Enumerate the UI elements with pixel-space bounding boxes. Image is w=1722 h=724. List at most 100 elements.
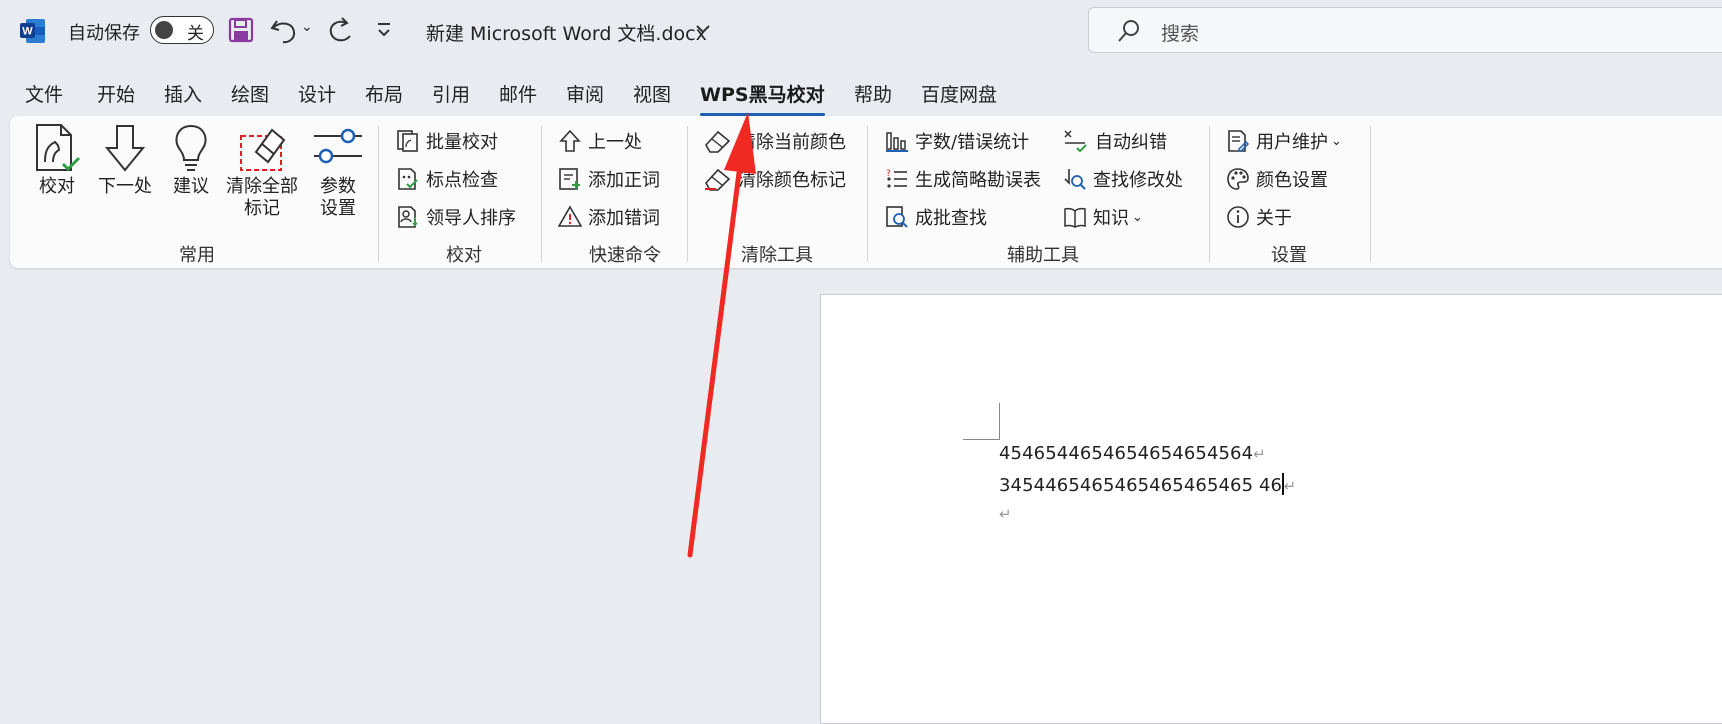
document-line-1[interactable]: 4546544654654654654564↵ bbox=[999, 443, 1266, 464]
tab-baidu-netdisk[interactable]: 百度网盘 bbox=[921, 80, 997, 107]
tab-references[interactable]: 引用 bbox=[432, 80, 470, 107]
sliders-icon bbox=[314, 128, 362, 164]
toggle-knob bbox=[155, 21, 173, 39]
paragraph-mark-icon: ↵ bbox=[999, 505, 1012, 523]
autosave-state: 关 bbox=[187, 24, 204, 44]
autosave-toggle[interactable]: 关 bbox=[150, 16, 214, 44]
auto-correct-button[interactable]: 自动纠错 bbox=[1063, 126, 1167, 156]
clear-all-label-line2: 标记 bbox=[244, 198, 280, 219]
chevron-down-icon[interactable] bbox=[695, 22, 711, 36]
document-line-3[interactable]: ↵ bbox=[999, 503, 1012, 524]
tab-home[interactable]: 开始 bbox=[97, 80, 135, 107]
tab-layout[interactable]: 布局 bbox=[365, 80, 403, 107]
tab-mailings[interactable]: 邮件 bbox=[499, 80, 537, 107]
chevron-down-icon: ⌄ bbox=[1132, 209, 1143, 225]
previous-button[interactable]: 上一处 bbox=[558, 126, 642, 156]
paragraph-mark-icon: ↵ bbox=[1253, 445, 1266, 463]
group-label-aux: 辅助工具 bbox=[1007, 245, 1079, 266]
leader-sort-button[interactable]: 领导人排序 bbox=[396, 202, 516, 232]
customize-quick-access-icon[interactable] bbox=[374, 18, 394, 42]
auto-correct-label: 自动纠错 bbox=[1095, 132, 1167, 153]
autosave-label: 自动保存 bbox=[68, 23, 140, 44]
find-changes-button[interactable]: 查找修改处 bbox=[1063, 164, 1183, 194]
errata-table-button[interactable]: ? 生成简略勘误表 bbox=[885, 164, 1041, 194]
about-button[interactable]: 关于 bbox=[1226, 202, 1292, 232]
add-correct-word-label: 添加正词 bbox=[588, 170, 660, 191]
parameter-label-line1: 参数 bbox=[320, 176, 356, 197]
tab-insert[interactable]: 插入 bbox=[164, 80, 202, 107]
batch-find-button[interactable]: 成批查找 bbox=[885, 202, 987, 232]
tab-view[interactable]: 视图 bbox=[633, 80, 671, 107]
word-error-stats-button[interactable]: 字数/错误统计 bbox=[885, 126, 1029, 156]
title-bar: W 自动保存 关 ⌄ 新建 Microsoft Word 文档.docx 搜索 bbox=[0, 0, 1722, 62]
user-maintenance-icon bbox=[1228, 130, 1250, 152]
svg-text:W: W bbox=[22, 26, 33, 38]
leader-sort-label: 领导人排序 bbox=[426, 208, 516, 229]
group-label-settings: 设置 bbox=[1271, 245, 1307, 266]
redo-icon[interactable] bbox=[326, 15, 356, 45]
punctuation-check-button[interactable]: 标点检查 bbox=[396, 164, 498, 194]
clear-current-color-label: 清除当前颜色 bbox=[738, 132, 846, 153]
next-label: 下一处 bbox=[98, 176, 152, 197]
eraser-marks-icon bbox=[240, 128, 286, 171]
document-line-2-text: 3454465465465465465465 46 bbox=[999, 475, 1283, 496]
document-page[interactable]: 4546544654654654654564↵ 3454465465465465… bbox=[820, 294, 1722, 724]
eraser-color-icon bbox=[705, 168, 731, 191]
search-input[interactable]: 搜索 bbox=[1088, 7, 1722, 53]
group-separator bbox=[1370, 126, 1371, 262]
batch-find-label: 成批查找 bbox=[915, 208, 987, 229]
clear-current-color-button[interactable]: 清除当前颜色 bbox=[704, 126, 846, 156]
find-changes-icon bbox=[1064, 169, 1086, 190]
proofread-document-icon bbox=[36, 124, 81, 172]
tab-wps-proofread[interactable]: WPS黑马校对 bbox=[700, 80, 825, 116]
auto-correct-icon bbox=[1064, 130, 1087, 153]
word-app-icon: W bbox=[20, 19, 45, 43]
clear-color-marks-label: 清除颜色标记 bbox=[738, 170, 846, 191]
errata-table-label: 生成简略勘误表 bbox=[915, 170, 1041, 191]
add-correct-word-icon bbox=[559, 168, 580, 190]
arrow-up-icon bbox=[559, 129, 581, 152]
next-button[interactable]: 下一处 bbox=[95, 122, 155, 198]
document-title[interactable]: 新建 Microsoft Word 文档.docx bbox=[426, 19, 707, 46]
add-wrong-word-label: 添加错词 bbox=[588, 208, 660, 229]
margin-crop-mark bbox=[963, 403, 1000, 440]
lightbulb-icon bbox=[175, 124, 207, 171]
batch-proofread-button[interactable]: 批量校对 bbox=[396, 126, 498, 156]
parameter-label-line2: 设置 bbox=[320, 198, 356, 219]
find-changes-label: 查找修改处 bbox=[1093, 170, 1183, 191]
batch-proofread-label: 批量校对 bbox=[426, 132, 498, 153]
undo-icon[interactable] bbox=[269, 15, 299, 45]
palette-icon bbox=[1227, 168, 1249, 190]
parameter-settings-button[interactable]: 参数 设置 bbox=[310, 122, 366, 220]
document-line-1-text: 4546544654654654654564 bbox=[999, 443, 1254, 464]
tab-help[interactable]: 帮助 bbox=[854, 80, 892, 107]
search-icon bbox=[1118, 20, 1139, 42]
save-icon[interactable] bbox=[228, 17, 254, 43]
leader-sort-icon bbox=[398, 206, 418, 228]
undo-dropdown-icon[interactable]: ⌄ bbox=[301, 19, 313, 35]
user-maintenance-label: 用户维护 bbox=[1256, 132, 1328, 153]
ribbon-tabs: 文件 开始 插入 绘图 设计 布局 引用 邮件 审阅 视图 WPS黑马校对 帮助… bbox=[0, 72, 1722, 116]
document-line-2[interactable]: 3454465465465465465465 46 ↵ bbox=[999, 473, 1296, 496]
tab-draw[interactable]: 绘图 bbox=[231, 80, 269, 107]
group-label-common: 常用 bbox=[179, 245, 215, 266]
arrow-down-icon bbox=[104, 125, 146, 172]
color-settings-button[interactable]: 颜色设置 bbox=[1226, 164, 1328, 194]
info-icon bbox=[1227, 206, 1249, 228]
warning-icon bbox=[558, 205, 582, 227]
add-correct-word-button[interactable]: 添加正词 bbox=[558, 164, 660, 194]
knowledge-button[interactable]: 知识 ⌄ bbox=[1063, 202, 1143, 232]
tab-review[interactable]: 审阅 bbox=[566, 80, 604, 107]
tab-design[interactable]: 设计 bbox=[298, 80, 336, 107]
group-label-quick: 快速命令 bbox=[589, 245, 661, 266]
add-wrong-word-button[interactable]: 添加错词 bbox=[558, 202, 660, 232]
bar-chart-icon bbox=[886, 132, 908, 152]
about-label: 关于 bbox=[1256, 208, 1292, 229]
clear-all-marks-button[interactable]: 清除全部 标记 bbox=[224, 122, 300, 220]
suggest-button[interactable]: 建议 bbox=[166, 122, 216, 198]
user-maintenance-button[interactable]: 用户维护 ⌄ bbox=[1226, 126, 1342, 156]
tab-file[interactable]: 文件 bbox=[25, 80, 63, 107]
clear-color-marks-button[interactable]: 清除颜色标记 bbox=[704, 164, 846, 194]
proofread-button[interactable]: 校对 bbox=[32, 122, 82, 198]
knowledge-label: 知识 bbox=[1093, 208, 1129, 229]
